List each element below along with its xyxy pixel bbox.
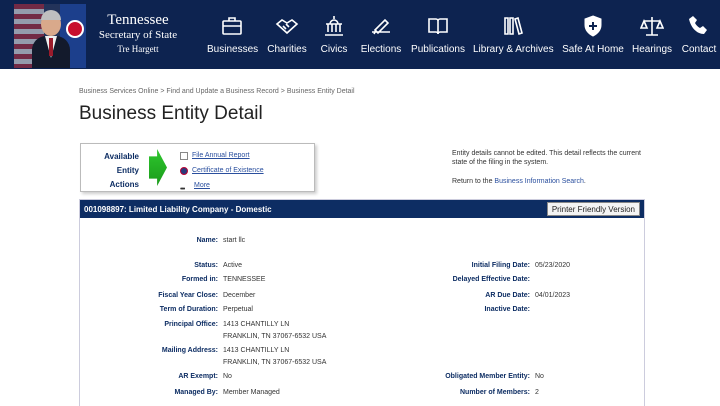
business-information-search-link[interactable]: Business Information Search bbox=[494, 178, 584, 185]
principal-office-label: Principal Office: bbox=[164, 321, 218, 328]
ballot-icon bbox=[372, 18, 390, 35]
mailing-address-label: Mailing Address: bbox=[161, 347, 218, 354]
entity-detail-panel: 001098897: Limited Liability Company - D… bbox=[79, 199, 645, 406]
nav-hearings[interactable]: Hearings bbox=[631, 14, 673, 55]
briefcase-icon bbox=[222, 17, 242, 35]
breadcrumb-business-services[interactable]: Business Services Online bbox=[79, 88, 158, 95]
printer-friendly-button[interactable]: Printer Friendly Version bbox=[546, 202, 640, 216]
number-of-members-label: Number of Members: bbox=[459, 389, 530, 396]
nav-label: Contact bbox=[681, 44, 717, 55]
name-label: Name: bbox=[196, 237, 218, 244]
library-icon bbox=[504, 16, 523, 36]
return-prefix: Return to the bbox=[452, 178, 493, 185]
ar-due-date-value: 04/01/2023 bbox=[535, 292, 571, 299]
info-text: Entity details cannot be edited. This de… bbox=[452, 149, 652, 186]
nav-library-archives[interactable]: Library & Archives bbox=[473, 14, 554, 55]
formed-in-label: Formed in: bbox=[181, 276, 218, 283]
phone-icon bbox=[689, 16, 707, 34]
nav-elections[interactable]: Elections bbox=[359, 14, 403, 55]
nav-publications[interactable]: Publications bbox=[410, 14, 466, 55]
principal-office-city: FRANKLIN, TN 37067-6532 USA bbox=[223, 333, 327, 340]
breadcrumb-current: Business Entity Detail bbox=[286, 88, 355, 95]
term-of-duration-label: Term of Duration: bbox=[159, 306, 218, 313]
document-icon bbox=[180, 151, 188, 160]
nav-label: Civics bbox=[320, 44, 348, 55]
fiscal-year-close-value: December bbox=[223, 292, 256, 299]
certificate-icon bbox=[180, 166, 188, 175]
number-of-members-value: 2 bbox=[535, 389, 539, 396]
managed-by-value: Member Managed bbox=[223, 389, 280, 396]
certificate-of-existence-link[interactable]: Certificate of Existence bbox=[192, 163, 264, 178]
book-icon bbox=[428, 18, 448, 35]
ar-due-date-label: AR Due Date: bbox=[485, 292, 530, 299]
name-value: start llc bbox=[223, 237, 246, 244]
edit-note: Entity details cannot be edited. This de… bbox=[452, 150, 641, 166]
breadcrumb-separator: > bbox=[280, 88, 285, 95]
inactive-date-label: Inactive Date: bbox=[484, 306, 530, 313]
managed-by-label: Managed By: bbox=[174, 389, 218, 396]
mailing-address-city: FRANKLIN, TN 37067-6532 USA bbox=[223, 359, 327, 366]
scales-icon bbox=[640, 17, 664, 36]
capitol-icon bbox=[325, 16, 343, 36]
nav-label: Publications bbox=[411, 44, 465, 55]
breadcrumb: Business Services Online > Find and Upda… bbox=[79, 88, 355, 95]
formed-in-value: TENNESSEE bbox=[223, 276, 266, 283]
actions-caption: Available Entity Actions bbox=[87, 150, 139, 192]
initial-filing-date-value: 05/23/2020 bbox=[535, 262, 571, 269]
initial-filing-date-label: Initial Filing Date: bbox=[471, 262, 530, 269]
principal-office-value: 1413 CHANTILLY LN bbox=[223, 321, 290, 328]
ar-exempt-label: AR Exempt: bbox=[178, 373, 218, 380]
nav-label: Hearings bbox=[631, 44, 673, 55]
obligated-member-entity-label: Obligated Member Entity: bbox=[445, 373, 530, 380]
actions-caption-line: Entity bbox=[116, 166, 139, 175]
handshake-icon bbox=[275, 19, 299, 35]
nav-charities[interactable]: Charities bbox=[265, 14, 309, 55]
entity-actions-box: Available Entity Actions File Annual Rep… bbox=[80, 143, 315, 193]
more-dots-icon: ••• bbox=[180, 185, 185, 193]
file-annual-report-link[interactable]: File Annual Report bbox=[192, 148, 250, 163]
more-actions-link[interactable]: More bbox=[194, 178, 210, 193]
entity-heading: 001098897: Limited Liability Company - D… bbox=[84, 205, 272, 214]
fiscal-year-close-label: Fiscal Year Close: bbox=[158, 292, 218, 299]
term-of-duration-value: Perpetual bbox=[223, 306, 253, 313]
brand-official: Tre Hargett bbox=[117, 44, 159, 54]
entity-heading-bar: 001098897: Limited Liability Company - D… bbox=[80, 200, 644, 218]
actions-links: File Annual Report Certificate of Existe… bbox=[180, 148, 264, 193]
brand-subtitle: Secretary of State bbox=[98, 29, 178, 41]
nav-label: Library & Archives bbox=[473, 44, 554, 55]
brand-title: Tennessee bbox=[107, 12, 169, 28]
page-title: Business Entity Detail bbox=[79, 103, 263, 124]
delayed-effective-date-label: Delayed Effective Date: bbox=[452, 276, 530, 283]
arrow-right-icon bbox=[149, 149, 167, 186]
status-value: Active bbox=[223, 262, 243, 269]
nav-civics[interactable]: Civics bbox=[317, 14, 351, 55]
return-line: Return to the Business Information Searc… bbox=[452, 178, 586, 185]
nav-label: Elections bbox=[360, 44, 402, 55]
nav-contact[interactable]: Contact bbox=[680, 14, 718, 55]
nav-businesses[interactable]: Businesses bbox=[207, 14, 259, 55]
breadcrumb-separator: > bbox=[160, 88, 165, 95]
nav-label: Charities bbox=[267, 44, 307, 55]
actions-caption-line: Available bbox=[104, 152, 139, 161]
nav-safe-at-home[interactable]: Safe At Home bbox=[562, 14, 624, 55]
breadcrumb-find-update[interactable]: Find and Update a Business Record bbox=[166, 88, 278, 95]
obligated-member-entity-value: No bbox=[535, 373, 544, 380]
mailing-address-value: 1413 CHANTILLY LN bbox=[223, 347, 290, 354]
shield-icon bbox=[584, 15, 602, 37]
nav-label: Safe At Home bbox=[562, 44, 624, 55]
status-label: Status: bbox=[194, 262, 218, 269]
site-header: Tennessee Secretary of State Tre Hargett… bbox=[0, 0, 720, 69]
nav-label: Businesses bbox=[207, 44, 259, 55]
site-logo[interactable]: Tennessee Secretary of State Tre Hargett bbox=[92, 12, 184, 56]
ar-exempt-value: No bbox=[223, 373, 232, 380]
official-portrait bbox=[14, 4, 86, 68]
actions-caption-line: Actions bbox=[109, 180, 139, 189]
